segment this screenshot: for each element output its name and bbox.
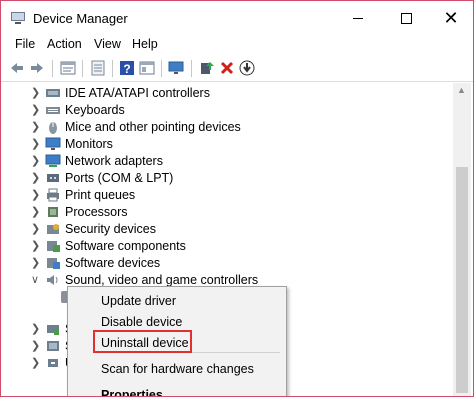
chevron-right-icon[interactable]: ❯ (31, 188, 41, 202)
tree-item-label: Software devices (65, 256, 161, 270)
svg-text:?: ? (123, 62, 130, 76)
chevron-right-icon[interactable]: ❯ (31, 120, 41, 134)
tree-row[interactable]: ❯ Network adapters (1, 153, 453, 170)
device-manager-window: Device Manager ✕ File Action View Help ?… (0, 0, 474, 397)
tree-item-label: IDE ATA/ATAPI controllers (65, 86, 210, 100)
vertical-scrollbar[interactable]: ▲ (453, 83, 471, 396)
menu-update-driver[interactable]: Update driver (101, 294, 176, 308)
maximize-icon (400, 12, 412, 24)
chevron-down-icon[interactable]: ∨ (31, 273, 41, 287)
menu-help[interactable]: Help (132, 37, 158, 51)
system-device-icon (47, 341, 59, 351)
tree-item-label: Security devices (65, 222, 157, 236)
update-driver-icon[interactable] (199, 60, 215, 76)
tree-row[interactable]: ❯ Processors (1, 204, 453, 221)
maximize-button[interactable] (383, 1, 429, 35)
chevron-right-icon[interactable]: ❯ (31, 154, 41, 168)
toolbar-separator (161, 60, 162, 77)
tree-item-label: Mice and other pointing devices (65, 120, 241, 134)
tree-row[interactable]: ❯ Software devices (1, 255, 453, 272)
network-adapter-icon (45, 154, 61, 167)
usb-controller-icon (48, 359, 58, 367)
tree-item-label: Print queues (65, 188, 136, 202)
toolbar-separator (82, 60, 83, 77)
toolbar: ? (1, 56, 473, 82)
menu-view[interactable]: View (94, 37, 121, 51)
tree-row[interactable]: ❯ IDE ATA/ATAPI controllers (1, 85, 453, 102)
tree-item-label: Ports (COM & LPT) (65, 171, 174, 185)
menu-file[interactable]: File (15, 37, 35, 51)
chevron-right-icon[interactable]: ❯ (31, 86, 41, 100)
tree-item-label: Monitors (65, 137, 113, 151)
chevron-right-icon[interactable]: ❯ (31, 356, 41, 370)
chevron-right-icon[interactable]: ❯ (31, 103, 41, 117)
scrollbar-thumb[interactable] (456, 167, 468, 393)
chevron-right-icon[interactable]: ❯ (31, 339, 41, 353)
tree-item-label: Sound, video and game controllers (65, 273, 259, 287)
port-icon (47, 174, 59, 182)
details-icon[interactable] (139, 60, 155, 76)
menu-disable-device[interactable]: Disable device (101, 315, 182, 329)
tree-row[interactable]: ❯ Mice and other pointing devices (1, 119, 453, 136)
tree-item-label: Processors (65, 205, 128, 219)
uninstall-highlight-box (93, 330, 192, 353)
mouse-icon (49, 122, 57, 134)
properties-icon[interactable] (60, 60, 76, 76)
forward-arrow-icon[interactable] (29, 60, 45, 76)
scroll-up-arrow-icon[interactable]: ▲ (457, 85, 466, 95)
keyboard-icon (46, 107, 60, 114)
minimize-button[interactable] (335, 1, 381, 35)
menu-scan-hardware[interactable]: Scan for hardware changes (101, 362, 254, 376)
back-arrow-icon[interactable] (9, 60, 25, 76)
tree-row[interactable]: ❯ Software components (1, 238, 453, 255)
storage-controller-icon (47, 325, 59, 335)
toolbar-separator (112, 60, 113, 77)
sound-icon (47, 275, 58, 285)
menu-properties[interactable]: Properties (101, 388, 163, 396)
chevron-right-icon[interactable]: ❯ (31, 205, 41, 219)
monitor-icon (45, 137, 61, 150)
toolbar-separator (52, 60, 53, 77)
tree-row[interactable]: ❯ Security devices (1, 221, 453, 238)
ide-controller-icon (46, 89, 60, 97)
close-button[interactable]: ✕ (428, 1, 473, 35)
help-icon[interactable]: ? (119, 60, 135, 76)
uninstall-x-icon[interactable] (219, 60, 235, 76)
tree-row[interactable]: ❯ Monitors (1, 136, 453, 153)
toolbar-separator (191, 60, 192, 77)
show-hidden-icon[interactable] (90, 60, 106, 76)
chevron-right-icon[interactable]: ❯ (31, 322, 41, 336)
tree-item-label: Software components (65, 239, 186, 253)
minimize-icon (353, 17, 363, 19)
processor-icon (48, 207, 58, 217)
security-device-icon (47, 224, 59, 234)
chevron-right-icon[interactable]: ❯ (31, 137, 41, 151)
tree-row[interactable]: ❯ Ports (COM & LPT) (1, 170, 453, 187)
tree-item-label: Network adapters (65, 154, 163, 168)
scan-monitor-icon[interactable] (168, 60, 184, 76)
tree-item-label: Keyboards (65, 103, 125, 117)
chevron-right-icon[interactable]: ❯ (31, 171, 41, 185)
title-bar: Device Manager ✕ (1, 1, 473, 35)
device-manager-app-icon (11, 12, 25, 24)
chevron-right-icon[interactable]: ❯ (31, 239, 41, 253)
chevron-right-icon[interactable]: ❯ (31, 222, 41, 236)
software-device-icon (47, 258, 60, 269)
chevron-right-icon[interactable]: ❯ (31, 256, 41, 270)
software-component-icon (47, 241, 60, 252)
menu-action[interactable]: Action (47, 37, 82, 51)
tree-row[interactable]: ❯ Print queues (1, 187, 453, 204)
printer-icon (47, 188, 59, 202)
menu-bar: File Action View Help (1, 35, 473, 55)
window-title: Device Manager (33, 11, 128, 26)
close-icon: ✕ (443, 8, 459, 28)
download-icon[interactable] (239, 60, 255, 76)
tree-row[interactable]: ❯ Keyboards (1, 102, 453, 119)
